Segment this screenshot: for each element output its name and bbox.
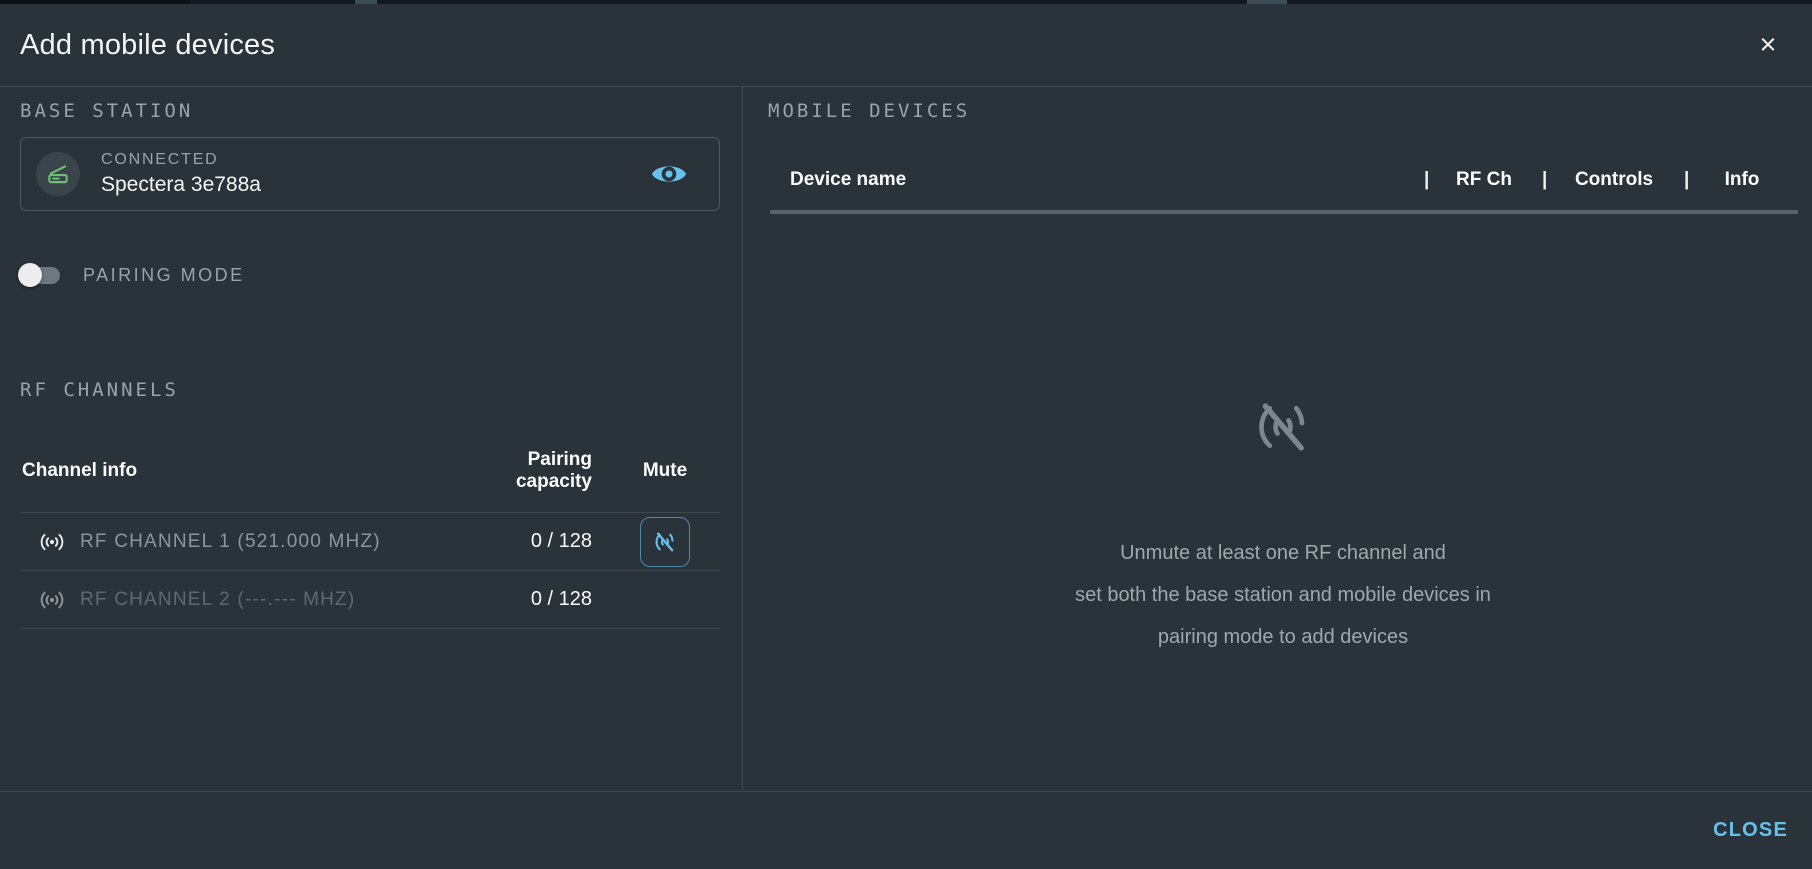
identify-device-button[interactable]	[649, 154, 689, 194]
dialog-footer: CLOSE	[0, 791, 1812, 869]
base-station-status: CONNECTED	[101, 151, 261, 169]
rf-channel-label: RF CHANNEL 2 (---.--- MHZ)	[80, 589, 450, 611]
empty-state-text: Unmute at least one RF channel and set b…	[1075, 532, 1491, 658]
mobile-devices-panel: MOBILE DEVICES Device name | RF Ch | Con…	[743, 87, 1812, 791]
base-station-icon	[45, 161, 71, 187]
mobile-devices-empty-state: Unmute at least one RF channel and set b…	[768, 394, 1798, 658]
dialog-header: Add mobile devices ×	[0, 4, 1812, 87]
rf-channels-table-header: Channel info Pairing capacity Mute	[20, 449, 720, 512]
rf-off-icon	[1250, 394, 1316, 460]
eye-icon	[650, 159, 688, 189]
mute-toggle-button[interactable]	[640, 517, 690, 567]
column-header-mute: Mute	[610, 460, 720, 482]
rf-channel-capacity: 0 / 128	[450, 530, 610, 553]
close-icon[interactable]: ×	[1748, 25, 1788, 65]
rf-channels-heading: RF CHANNELS	[20, 379, 720, 401]
base-station-card: CONNECTED Spectera 3e788a	[20, 137, 720, 211]
pairing-mode-toggle[interactable]	[20, 267, 60, 284]
rf-channel-row-1: RF CHANNEL 1 (521.000 MHZ) 0 / 128	[20, 513, 720, 571]
mobile-devices-table-header: Device name | RF Ch | Controls | Info	[768, 169, 1798, 191]
rf-broadcast-icon	[37, 533, 67, 551]
dialog-body: BASE STATION CONNECTED Spectera 3e788a	[0, 87, 1812, 791]
mobile-devices-heading: MOBILE DEVICES	[768, 100, 1798, 122]
toggle-thumb	[18, 263, 42, 287]
column-header-device-name: Device name	[768, 169, 1424, 191]
column-header-channel-info: Channel info	[20, 460, 450, 482]
base-station-heading: BASE STATION	[20, 100, 720, 122]
rf-off-icon	[652, 529, 678, 555]
table-header-divider	[770, 210, 1798, 214]
add-mobile-devices-dialog: Add mobile devices × BASE STATION	[0, 0, 1812, 869]
base-station-texts: CONNECTED Spectera 3e788a	[101, 151, 261, 197]
column-header-info: Info	[1686, 169, 1798, 191]
empty-state-line: pairing mode to add devices	[1075, 616, 1491, 658]
rf-channel-capacity: 0 / 128	[450, 588, 610, 611]
column-header-rf-ch: RF Ch	[1426, 169, 1542, 191]
base-station-avatar	[36, 152, 80, 196]
base-station-panel: BASE STATION CONNECTED Spectera 3e788a	[0, 87, 743, 791]
close-button[interactable]: CLOSE	[1711, 811, 1790, 850]
column-header-controls: Controls	[1544, 169, 1684, 191]
rf-channels-table: RF CHANNEL 1 (521.000 MHZ) 0 / 128	[20, 512, 720, 629]
empty-state-line: set both the base station and mobile dev…	[1075, 574, 1491, 616]
empty-state-line: Unmute at least one RF channel and	[1075, 532, 1491, 574]
rf-channel-label: RF CHANNEL 1 (521.000 MHZ)	[80, 531, 450, 553]
pairing-mode-label: PAIRING MODE	[83, 265, 245, 286]
base-station-name: Spectera 3e788a	[101, 173, 261, 197]
rf-channel-mute-cell	[610, 517, 720, 567]
pairing-mode-row: PAIRING MODE	[20, 260, 720, 290]
column-header-pairing-capacity: Pairing capacity	[450, 449, 610, 493]
dialog: Add mobile devices × BASE STATION	[0, 4, 1812, 869]
dialog-title: Add mobile devices	[20, 29, 275, 62]
rf-channel-row-2: RF CHANNEL 2 (---.--- MHZ) 0 / 128	[20, 571, 720, 629]
rf-broadcast-icon	[37, 591, 67, 609]
